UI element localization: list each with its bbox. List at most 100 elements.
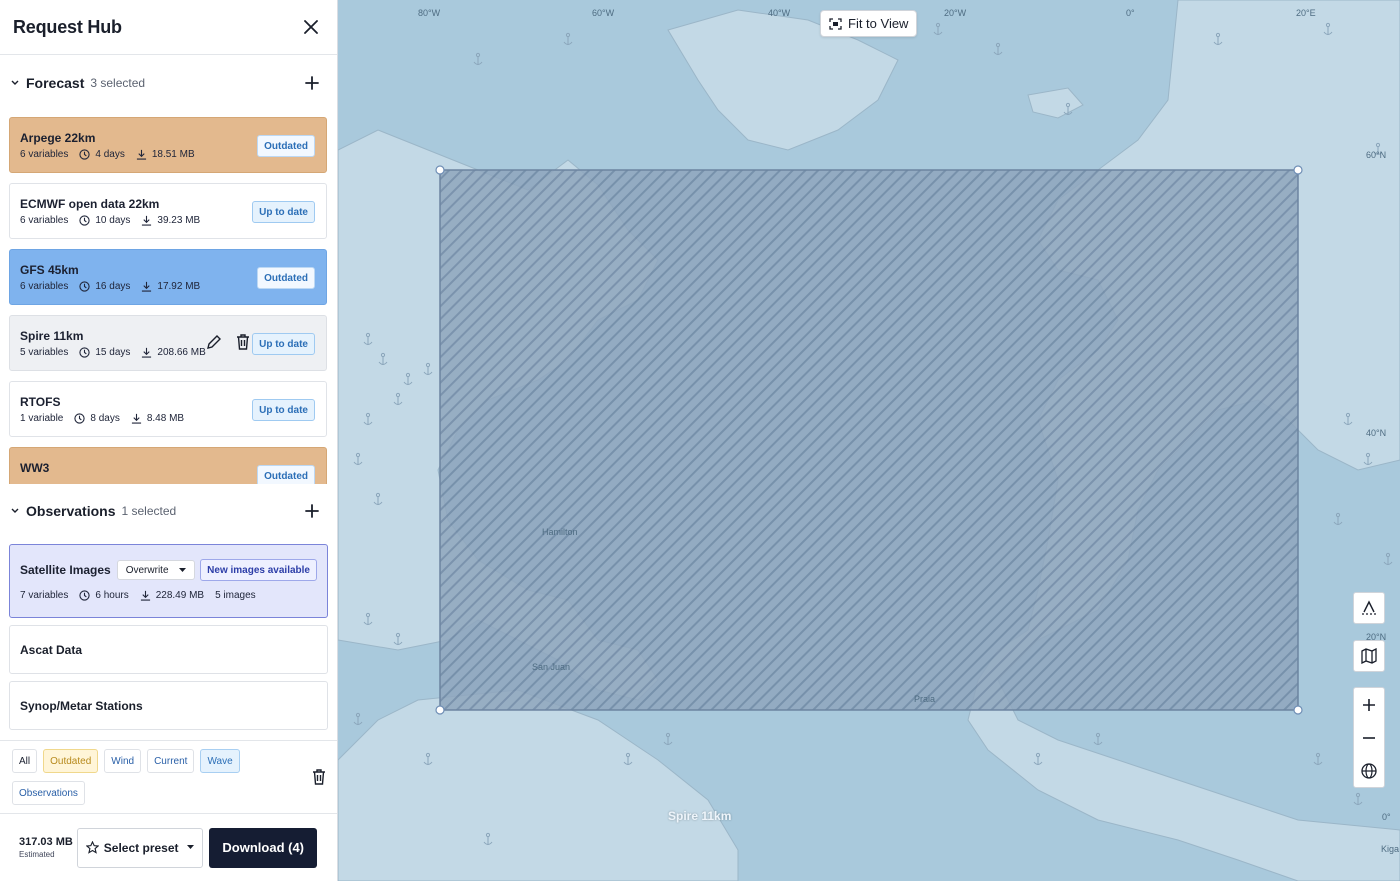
estimate-size: 317.03 MB [19, 836, 73, 848]
forecast-card-spire[interactable]: Spire 11km 5 variables 15 days 208.66 MB… [9, 315, 327, 371]
coord-label: 20°W [944, 8, 967, 18]
place-label: Hamilton [542, 527, 578, 537]
coord-label: 0° [1382, 812, 1391, 822]
edit-icon[interactable] [206, 334, 222, 355]
zoom-controls [1353, 687, 1385, 788]
card-images: 5 images [215, 590, 256, 601]
coord-label: 20°E [1296, 8, 1316, 18]
filter-bar: All Outdated Wind Current Wave Observati… [0, 740, 337, 813]
forecast-count: 3 selected [90, 76, 146, 90]
filter-outdated[interactable]: Outdated [43, 749, 99, 773]
filter-wave[interactable]: Wave [200, 749, 240, 773]
download-icon [140, 590, 150, 601]
select-preset-button[interactable]: Select preset [76, 827, 204, 868]
synop-metar-card[interactable]: Synop/Metar Stations [9, 681, 328, 730]
card-name: Satellite Images [20, 563, 111, 577]
card-size: 17.92 MB [157, 281, 201, 292]
download-icon [131, 413, 141, 424]
card-variables: 6 variables [20, 149, 69, 160]
card-actions [206, 334, 250, 355]
satellite-images-card[interactable]: Satellite Images Overwrite New images av… [9, 544, 328, 618]
trash-icon[interactable] [236, 334, 250, 355]
dropdown-value: Overwrite [125, 564, 169, 576]
coord-label: 40°N [1366, 428, 1387, 438]
card-size: 39.23 MB [157, 215, 201, 226]
forecast-title: Forecast [26, 75, 85, 91]
fit-view-icon [829, 17, 842, 30]
observations-list: Satellite Images Overwrite New images av… [9, 544, 328, 737]
selection-label: Spire 11km [668, 809, 732, 823]
card-variables: 5 variables [20, 347, 69, 358]
panel-header: Request Hub [0, 0, 337, 55]
forecast-card-rtofs[interactable]: RTOFS 1 variable 8 days 8.48 MB Up to da… [9, 381, 327, 437]
forecast-list[interactable]: Arpege 22km 6 variables 4 days 18.51 MB … [0, 111, 337, 484]
download-button[interactable]: Download (4) [209, 827, 318, 868]
observations-section: Observations 1 selected [0, 483, 337, 539]
chevron-down-icon[interactable] [8, 76, 22, 90]
globe-button[interactable] [1354, 754, 1384, 787]
filter-chips: All Outdated Wind Current Wave Observati… [12, 749, 292, 805]
card-duration: 10 days [95, 215, 131, 226]
measure-button[interactable] [1353, 592, 1385, 624]
card-duration: 15 days [95, 347, 131, 358]
overwrite-dropdown[interactable]: Overwrite [116, 560, 195, 580]
clock-icon [74, 413, 85, 424]
new-images-badge[interactable]: New images available [200, 559, 317, 581]
zoom-out-button[interactable] [1354, 721, 1384, 754]
forecast-section-header[interactable]: Forecast 3 selected [0, 55, 337, 111]
map-layers-button[interactable] [1353, 640, 1385, 672]
clock-icon [79, 347, 90, 358]
place-label: Praia [914, 694, 936, 704]
coord-label: 40°W [768, 8, 791, 18]
zoom-in-button[interactable] [1354, 688, 1384, 721]
app-window: Request Hub Forecast 3 selected Arpege 2… [0, 0, 1400, 881]
chevron-down-icon[interactable] [8, 504, 22, 518]
card-variables: 1 variable [20, 413, 64, 424]
observations-title: Observations [26, 503, 116, 519]
filter-all[interactable]: All [12, 749, 38, 773]
panel-title: Request Hub [13, 16, 122, 37]
measure-icon [1362, 600, 1376, 615]
card-duration: 16 days [95, 281, 131, 292]
fit-to-view-button[interactable]: Fit to View [820, 10, 918, 37]
status-badge: Outdated [257, 465, 315, 484]
forecast-card-arpege[interactable]: Arpege 22km 6 variables 4 days 18.51 MB … [9, 117, 327, 173]
request-hub-panel: Request Hub Forecast 3 selected Arpege 2… [0, 0, 338, 881]
forecast-card-gfs[interactable]: GFS 45km 6 variables 16 days 17.92 MB Ou… [9, 249, 327, 305]
filter-observations[interactable]: Observations [12, 781, 85, 805]
download-icon [142, 281, 152, 292]
trash-icon[interactable] [312, 769, 326, 790]
status-badge: Up to date [252, 201, 315, 223]
add-observation-button[interactable] [301, 500, 323, 522]
card-size: 228.49 MB [155, 590, 205, 601]
coord-label: 0° [1126, 8, 1135, 18]
card-size: 18.51 MB [151, 149, 195, 160]
observations-section-header[interactable]: Observations 1 selected [0, 483, 337, 539]
download-icon [136, 149, 146, 160]
estimate: 317.03 MB Estimated [19, 836, 77, 859]
ascat-data-card[interactable]: Ascat Data [9, 625, 328, 674]
add-forecast-button[interactable] [301, 72, 323, 94]
card-variables: 6 variables [20, 215, 69, 226]
status-badge: Up to date [252, 399, 315, 421]
coord-label: 60°N [1366, 150, 1387, 160]
coord-label: 80°W [418, 8, 441, 18]
clock-icon [79, 281, 90, 292]
map-canvas[interactable] [338, 0, 1400, 881]
caret-down-icon [187, 845, 195, 849]
filter-current[interactable]: Current [147, 749, 195, 773]
estimate-label: Estimated [19, 850, 55, 859]
plus-icon [305, 76, 319, 90]
plus-icon [1363, 698, 1375, 711]
filter-wind[interactable]: Wind [104, 749, 142, 773]
card-duration: 8 days [90, 413, 120, 424]
coord-label: 60°W [592, 8, 615, 18]
forecast-card-ecmwf[interactable]: ECMWF open data 22km 6 variables 10 days… [9, 183, 327, 239]
download-icon [142, 347, 152, 358]
forecast-card-ww3[interactable]: WW3 Outdated [9, 447, 327, 484]
map-view[interactable]: 80°W 60°W 40°W 20°W 0° 20°E 60°N 40°N 20… [338, 0, 1400, 881]
close-icon[interactable] [299, 15, 323, 39]
panel-footer: 317.03 MB Estimated Select preset Downlo… [0, 813, 337, 881]
clock-icon [79, 149, 90, 160]
map-icon [1361, 648, 1377, 664]
